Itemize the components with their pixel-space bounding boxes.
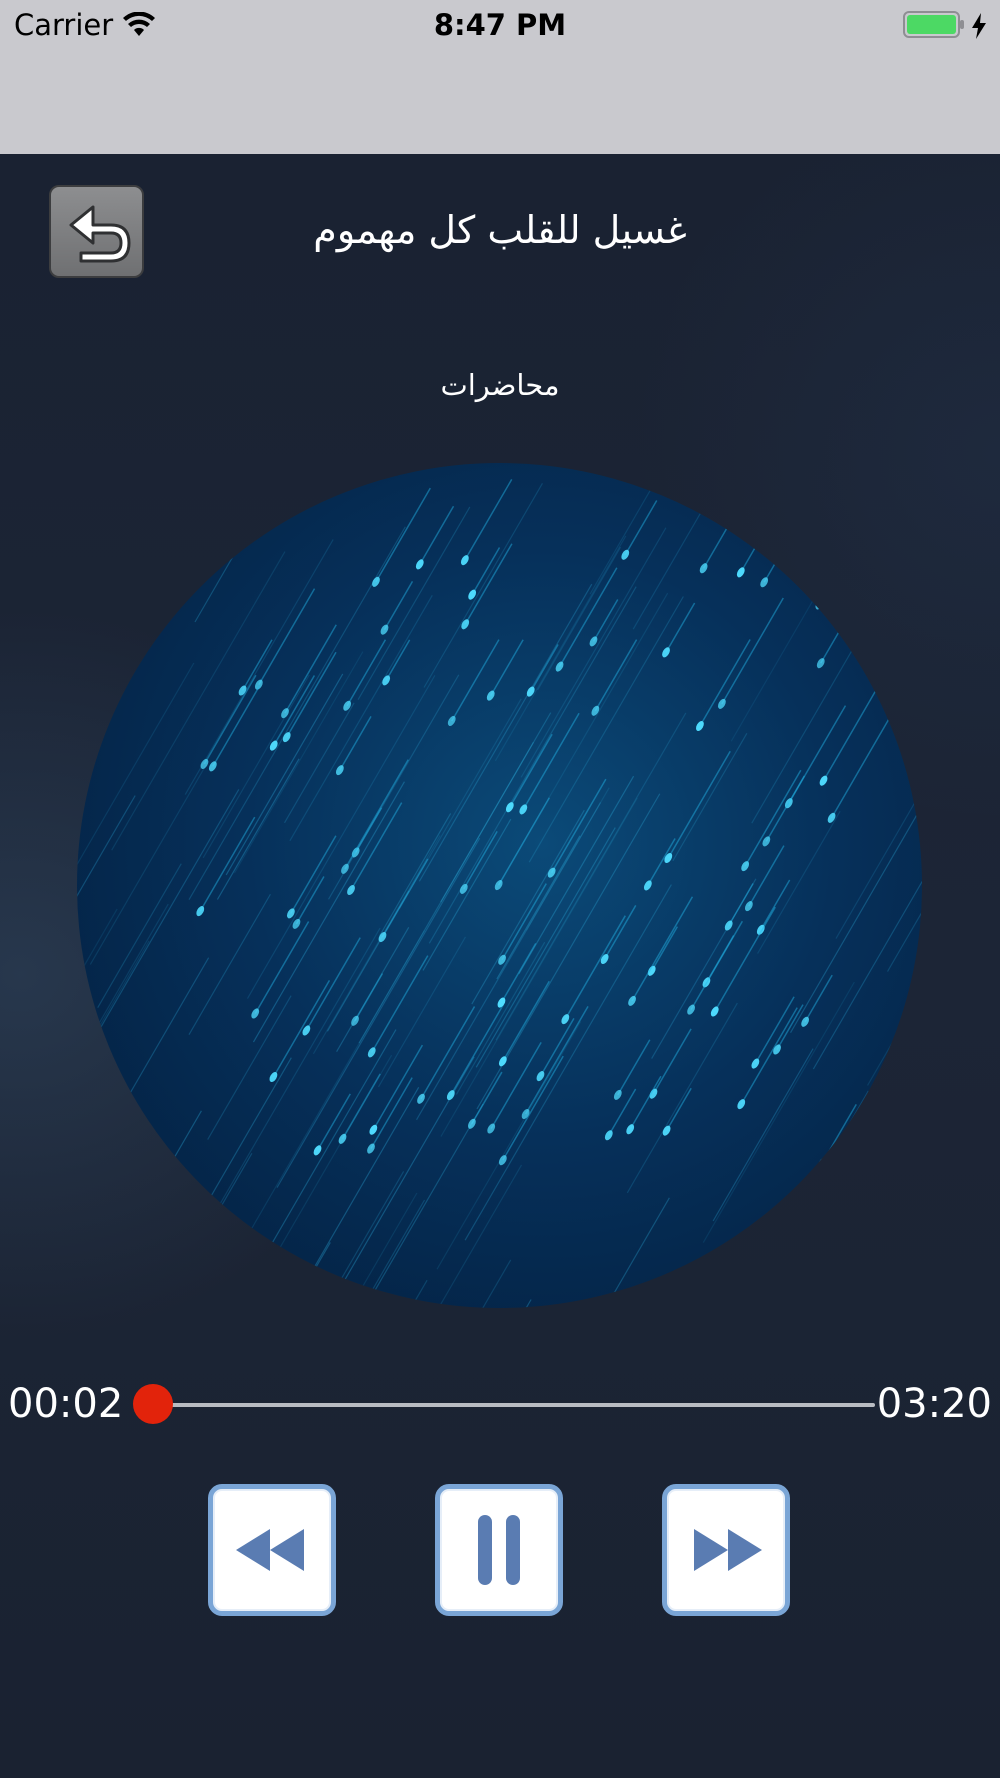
fast-forward-icon-button[interactable] [662,1484,790,1616]
status-time: 8:47 PM [433,8,567,42]
rain-streaks-artwork [77,465,922,1308]
undo-arrow-icon [69,205,131,263]
rewind-button[interactable] [208,1484,336,1616]
back-button[interactable] [49,185,144,278]
fast-forward-icon [694,1529,762,1571]
total-time: 03:20 [876,1381,992,1427]
track-title: غسيل للقلب كل مهموم [313,208,687,252]
current-time: 00:02 [8,1381,124,1427]
rewind-icon [236,1529,304,1571]
track-category: محاضرات [440,368,560,402]
album-artwork [77,463,922,1308]
seek-bar[interactable] [138,1403,875,1407]
pause-button[interactable] [435,1484,563,1616]
status-bar: Carrier 8:47 PM [0,0,1000,154]
battery-icon [903,11,964,38]
pause-icon [478,1515,520,1585]
charging-bolt-icon [972,13,986,39]
